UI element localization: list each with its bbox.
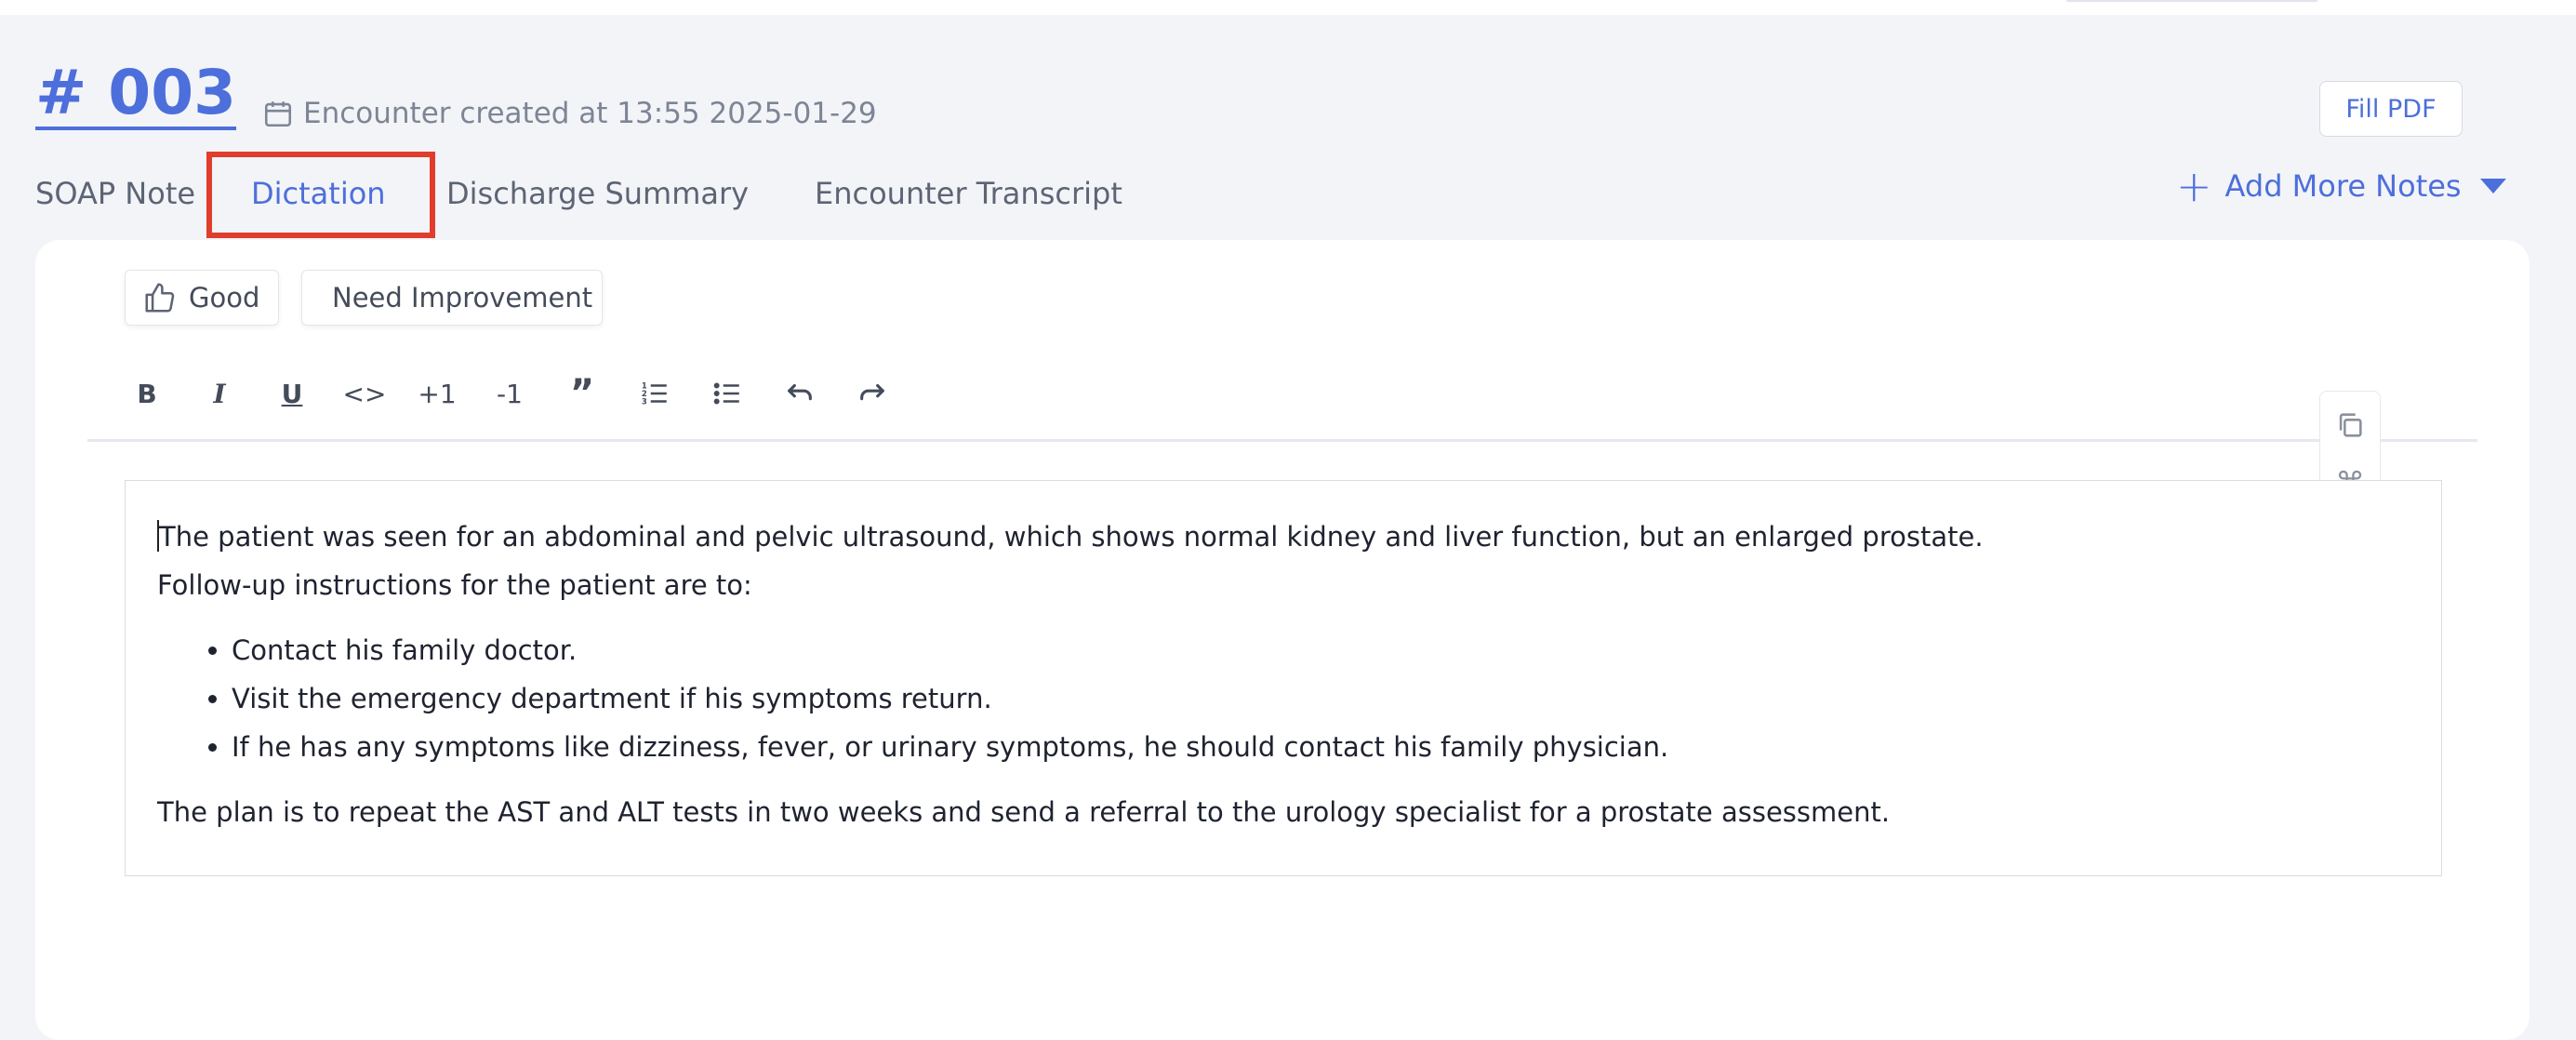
svg-text:3: 3 — [642, 397, 647, 407]
outdent-button[interactable]: -1 — [487, 370, 532, 417]
add-more-notes-label: Add More Notes — [2224, 168, 2462, 204]
add-more-notes-button[interactable]: + Add More Notes — [2176, 161, 2506, 211]
bullet-list-button[interactable] — [705, 370, 750, 417]
redo-button[interactable] — [850, 370, 895, 417]
dictation-editor[interactable]: The patient was seen for an abdominal an… — [125, 480, 2442, 876]
top-bar — [0, 0, 2576, 15]
list-item: If he has any symptoms like dizziness, f… — [232, 723, 2408, 771]
code-button[interactable]: <> — [342, 370, 387, 417]
good-feedback-button[interactable]: Good — [125, 270, 279, 326]
tab-soap-note[interactable]: SOAP Note — [35, 167, 195, 220]
toolbar-divider — [87, 439, 2477, 442]
tab-discharge-summary[interactable]: Discharge Summary — [446, 167, 749, 220]
copy-icon[interactable] — [2333, 408, 2367, 442]
top-bar-tab[interactable] — [2066, 0, 2317, 2]
fill-pdf-button[interactable]: Fill PDF — [2319, 81, 2463, 137]
encounter-meta: Encounter created at 13:55 2025-01-29 — [262, 97, 877, 130]
italic-button[interactable]: I — [197, 370, 242, 417]
editor-paragraph: The plan is to repeat the AST and ALT te… — [157, 796, 1891, 828]
need-improvement-label: Need Improvement — [332, 282, 593, 313]
undo-button[interactable] — [777, 370, 822, 417]
thumbs-up-icon — [145, 283, 175, 313]
active-tab-highlight — [206, 152, 435, 238]
bold-button[interactable]: B — [125, 370, 169, 417]
editor-paragraph: The patient was seen for an abdominal an… — [157, 513, 2408, 561]
list-item: Contact his family doctor. — [232, 626, 2408, 674]
bullet-list-icon — [713, 382, 739, 405]
calendar-icon — [264, 101, 292, 127]
undo-icon — [788, 383, 812, 401]
good-feedback-label: Good — [189, 282, 260, 313]
encounter-created-text: Encounter created at 13:55 2025-01-29 — [303, 97, 877, 130]
indent-button[interactable]: +1 — [415, 370, 459, 417]
redo-icon — [860, 383, 884, 401]
list-item: Visit the emergency department if his sy… — [232, 674, 2408, 723]
ordered-list-button[interactable]: 1 2 3 — [632, 370, 677, 417]
underline-button[interactable]: U — [270, 370, 314, 417]
tab-encounter-transcript[interactable]: Encounter Transcript — [815, 167, 1122, 220]
paragraph-1-text: The patient was seen for an abdominal an… — [159, 521, 1984, 553]
encounter-id: # 003 — [35, 57, 237, 128]
blockquote-button[interactable]: ” — [560, 370, 604, 417]
caret-down-icon[interactable] — [2479, 179, 2506, 193]
ordered-list-icon: 1 2 3 — [642, 381, 667, 407]
need-improvement-button[interactable]: Need Improvement — [301, 270, 603, 326]
editor-content[interactable]: The patient was seen for an abdominal an… — [157, 513, 2408, 836]
plus-icon: + — [2176, 161, 2212, 211]
editor-paragraph: Follow-up instructions for the patient a… — [157, 569, 752, 601]
follow-up-list: Contact his family doctor. Visit the eme… — [157, 626, 2408, 771]
